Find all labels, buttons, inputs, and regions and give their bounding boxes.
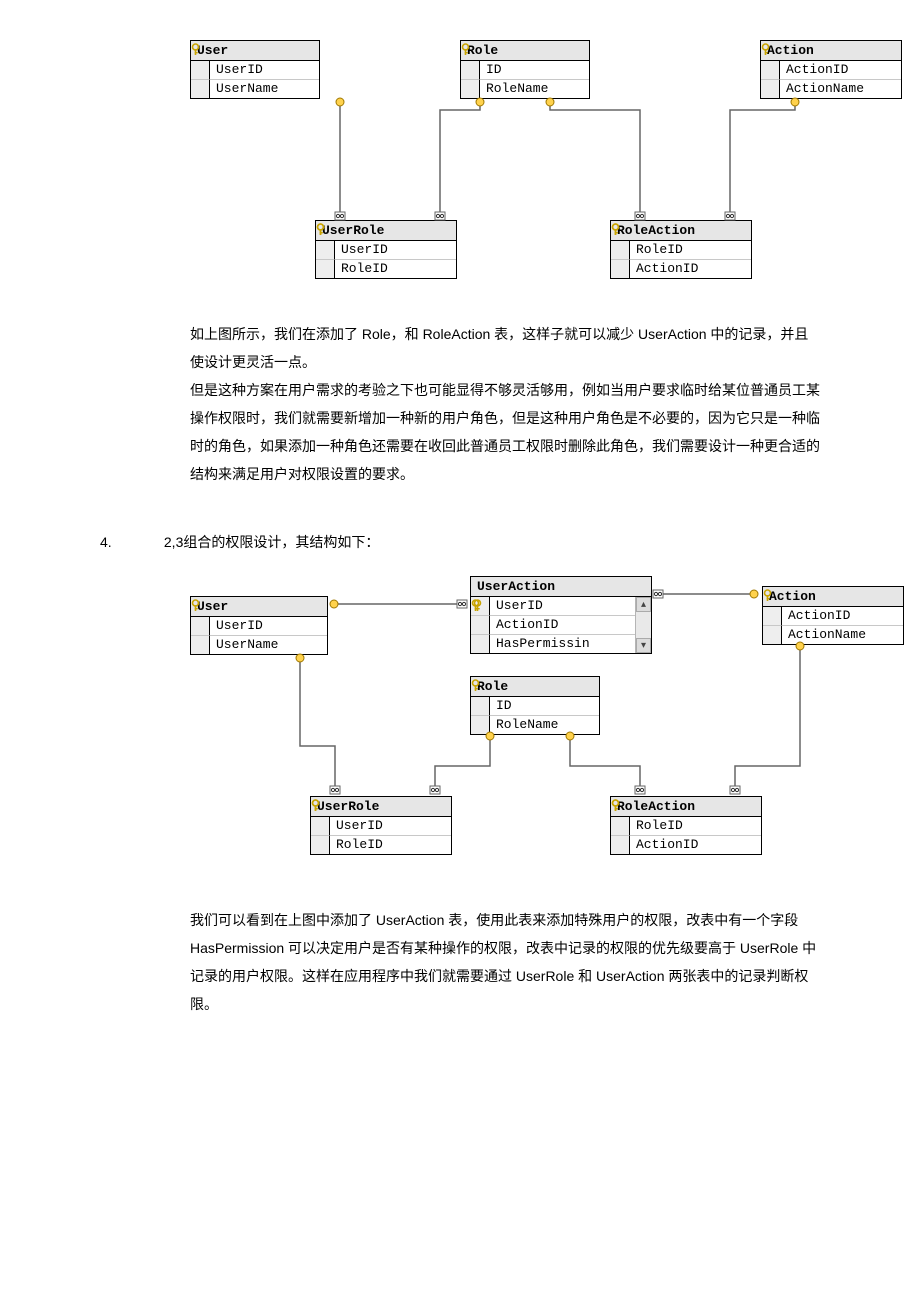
table-userrole: UserRole UserID RoleID xyxy=(315,220,457,279)
col: HasPermissin xyxy=(490,635,635,653)
table-title: UserAction xyxy=(471,577,651,597)
scrollbar[interactable]: ▴ ▾ xyxy=(635,597,651,653)
col: UserID xyxy=(335,241,456,260)
paragraph-2: 但是这种方案在用户需求的考验之下也可能显得不够灵活够用，例如当用户要求临时给某位… xyxy=(190,376,820,488)
table-roleaction: RoleAction RoleID ActionID xyxy=(610,220,752,279)
section-heading: 4. 2,3组合的权限设计，其结构如下： xyxy=(100,528,820,556)
table-title: Role xyxy=(471,677,599,697)
table-title: User xyxy=(191,597,327,617)
scroll-down-icon[interactable]: ▾ xyxy=(636,638,651,653)
table-userrole: UserRole UserID RoleID xyxy=(310,796,452,855)
col: RoleID xyxy=(630,817,761,836)
table-title: RoleAction xyxy=(611,797,761,817)
col: UserID xyxy=(210,61,319,80)
col: ActionID xyxy=(782,607,903,626)
col: ActionID xyxy=(630,260,751,278)
col: RoleID xyxy=(335,260,456,278)
table-title: User xyxy=(191,41,319,61)
col: ActionName xyxy=(780,80,901,98)
table-title: UserRole xyxy=(311,797,451,817)
col: ID xyxy=(490,697,599,716)
col: ActionName xyxy=(782,626,903,644)
col: ID xyxy=(480,61,589,80)
table-action: Action ActionID ActionName xyxy=(762,586,904,645)
table-roleaction: RoleAction RoleID ActionID xyxy=(610,796,762,855)
table-useraction: UserAction UserID ActionID HasPermissin … xyxy=(470,576,652,654)
col: ActionID xyxy=(780,61,901,80)
table-title: RoleAction xyxy=(611,221,751,241)
col: RoleName xyxy=(490,716,599,734)
col: UserName xyxy=(210,80,319,98)
col: RoleID xyxy=(330,836,451,854)
scroll-up-icon[interactable]: ▴ xyxy=(636,597,651,612)
table-role: Role ID RoleName xyxy=(460,40,590,99)
col: ActionID xyxy=(490,616,635,635)
col: RoleID xyxy=(630,241,751,260)
table-user: User UserID UserName xyxy=(190,40,320,99)
col: RoleName xyxy=(480,80,589,98)
col: UserName xyxy=(210,636,327,654)
er-diagram-2: User UserID UserName UserAction UserID A… xyxy=(190,576,820,886)
table-title: Role xyxy=(461,41,589,61)
table-title: Action xyxy=(761,41,901,61)
heading-number: 4. xyxy=(100,528,160,556)
table-role: Role ID RoleName xyxy=(470,676,600,735)
heading-text: 2,3组合的权限设计，其结构如下： xyxy=(164,534,379,550)
paragraph-1: 如上图所示，我们在添加了 Role，和 RoleAction 表，这样子就可以减… xyxy=(190,320,820,376)
table-title: UserRole xyxy=(316,221,456,241)
paragraph-3: 我们可以看到在上图中添加了 UserAction 表，使用此表来添加特殊用户的权… xyxy=(190,906,820,1018)
col: UserID xyxy=(210,617,327,636)
col: UserID xyxy=(330,817,451,836)
er-diagram-1: User UserID UserName Role ID RoleName Ac… xyxy=(190,40,820,300)
table-title: Action xyxy=(763,587,903,607)
col: UserID xyxy=(490,597,635,616)
col: ActionID xyxy=(630,836,761,854)
table-user: User UserID UserName xyxy=(190,596,328,655)
table-action: Action ActionID ActionName xyxy=(760,40,902,99)
